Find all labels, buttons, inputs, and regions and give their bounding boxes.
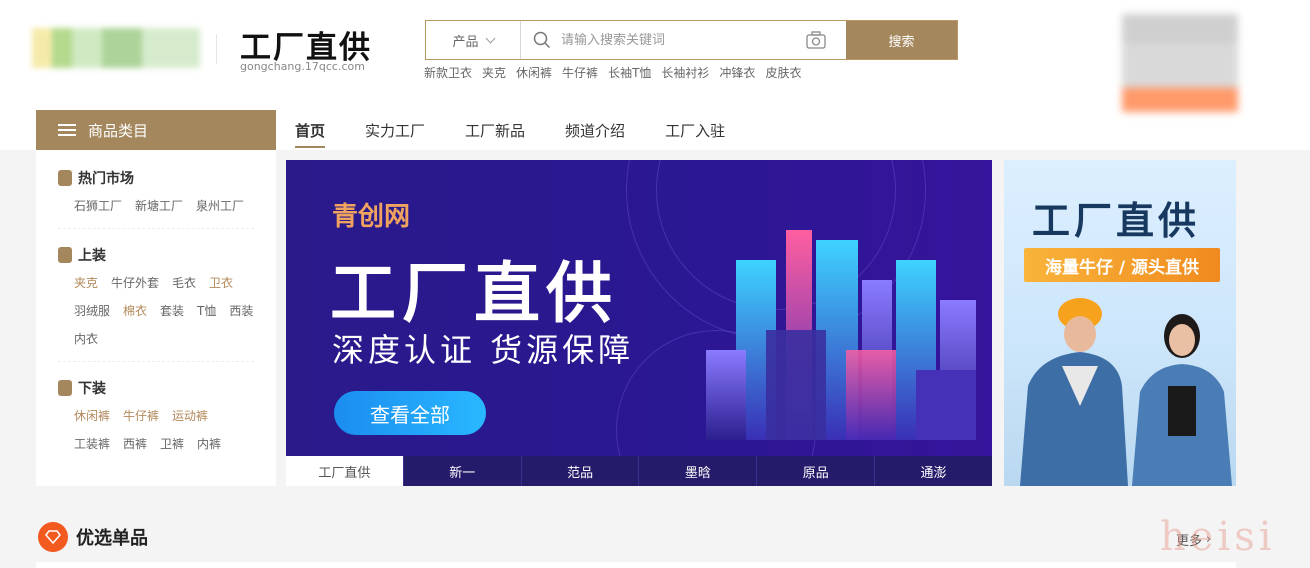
section-title: 优选单品 — [76, 528, 148, 549]
chevron-down-icon — [485, 33, 495, 43]
hot-word-link[interactable]: 冲锋衣 — [719, 64, 755, 81]
nav-item[interactable]: 首页 — [295, 110, 326, 150]
sidebar-link[interactable]: 内衣 — [74, 327, 98, 351]
banner-tab[interactable]: 范品 — [520, 456, 639, 486]
sidebar-links: 夹克 牛仔外套 毛衣 卫衣羽绒服 棉衣 套装 T恤 西装内衣 — [58, 271, 254, 351]
category-icon — [58, 170, 72, 186]
sidebar-link[interactable]: 卫衣 — [209, 271, 233, 295]
search-field — [521, 21, 846, 59]
sidebar-link[interactable]: 新塘工厂 — [135, 194, 183, 218]
watermark: heisi — [1160, 514, 1276, 560]
sidebar-section: 上装夹克 牛仔外套 毛衣 卫衣羽绒服 棉衣 套装 T恤 西装内衣 — [58, 245, 254, 362]
side-ad-title: 工厂直供 — [1032, 199, 1201, 243]
section-header: 优选单品 — [38, 522, 148, 552]
hot-word-link[interactable]: 长袖衬衫 — [661, 64, 709, 81]
category-sidebar: 热门市场石狮工厂 新塘工厂 泉州工厂上装夹克 牛仔外套 毛衣 卫衣羽绒服 棉衣 套装 T恤 西装内… — [36, 150, 276, 486]
sidebar-links: 石狮工厂 新塘工厂 泉州工厂 — [58, 194, 254, 218]
qr-code-image[interactable] — [1122, 14, 1238, 112]
sidebar-link[interactable]: 牛仔裤 — [123, 404, 159, 428]
city-illustration — [706, 230, 976, 440]
sidebar-link[interactable]: 泉州工厂 — [196, 194, 244, 218]
banner-headline: 工厂直供 — [330, 255, 618, 332]
sidebar-link[interactable]: 石狮工厂 — [74, 194, 122, 218]
sidebar-link[interactable]: 棉衣 — [123, 299, 147, 323]
side-ad-banner[interactable]: 工厂直供 海量牛仔 / 源头直供 — [1004, 160, 1236, 486]
nav-item[interactable]: 工厂入驻 — [665, 110, 725, 150]
nav-item[interactable]: 实力工厂 — [365, 110, 425, 150]
hot-word-link[interactable]: 夹克 — [482, 64, 506, 81]
banner-brand: 青创网 — [332, 202, 411, 232]
sidebar-section-title[interactable]: 上装 — [58, 245, 254, 265]
logo-image[interactable] — [32, 28, 200, 68]
nav-item[interactable]: 频道介绍 — [565, 110, 625, 150]
sidebar-link[interactable]: T恤 — [197, 299, 216, 323]
sidebar-link[interactable]: 西裤 — [123, 432, 147, 456]
model-person-image — [1020, 298, 1128, 486]
banner-tab[interactable]: 墨晗 — [638, 456, 756, 486]
main-nav: 首页 实力工厂 工厂新品 频道介绍 工厂入驻 — [295, 110, 765, 150]
search-input[interactable] — [561, 32, 796, 48]
hero-banner[interactable]: 青创网 工厂直供 深度认证 货源保障 查看全部 — [286, 160, 992, 456]
sidebar-link[interactable]: 羽绒服 — [74, 299, 110, 323]
sidebar-link[interactable]: 毛衣 — [172, 271, 196, 295]
sidebar-section: 下装休闲裤 牛仔裤 运动裤工装裤 西裤 卫裤 内裤 — [58, 378, 254, 466]
search-category-label: 产品 — [452, 34, 479, 50]
category-icon — [58, 247, 72, 263]
search-bar: 产品 搜索 — [425, 20, 958, 60]
sidebar-section-title[interactable]: 下装 — [58, 378, 254, 398]
hot-words: 新款卫衣 夹克 休闲裤 牛仔裤 长袖T恤 长袖衬衫 冲锋衣 皮肤衣 — [424, 64, 801, 81]
model-person-image — [1132, 314, 1232, 486]
camera-icon[interactable] — [806, 31, 826, 49]
sidebar-link[interactable]: 西装 — [229, 299, 253, 323]
diamond-icon — [38, 522, 68, 552]
section-content — [36, 562, 1236, 568]
divider — [216, 34, 217, 64]
sidebar-link[interactable]: 工装裤 — [74, 432, 110, 456]
view-all-button[interactable]: 查看全部 — [334, 391, 486, 435]
banner-tab[interactable]: 原品 — [756, 456, 874, 486]
nav-item[interactable]: 工厂新品 — [465, 110, 525, 150]
sidebar-link[interactable]: 牛仔外套 — [111, 271, 159, 295]
category-menu-header[interactable]: 商品类目 — [36, 110, 276, 150]
sidebar-links: 休闲裤 牛仔裤 运动裤工装裤 西裤 卫裤 内裤 — [58, 404, 254, 456]
side-ad-tag: 海量牛仔 / 源头直供 — [1024, 248, 1220, 282]
category-icon — [58, 380, 72, 396]
sidebar-link[interactable]: 运动裤 — [172, 404, 208, 428]
banner-tab[interactable]: 工厂直供 — [286, 456, 403, 486]
hot-word-link[interactable]: 休闲裤 — [516, 64, 552, 81]
banner-tab[interactable]: 新一 — [402, 456, 521, 486]
sidebar-link[interactable]: 休闲裤 — [74, 404, 110, 428]
sidebar-section-title[interactable]: 热门市场 — [58, 168, 254, 188]
hot-word-link[interactable]: 长袖T恤 — [608, 64, 651, 81]
hot-word-link[interactable]: 皮肤衣 — [765, 64, 801, 81]
sidebar-section-label: 热门市场 — [78, 171, 134, 187]
search-category-select[interactable]: 产品 — [426, 21, 521, 59]
sidebar-link[interactable]: 套装 — [160, 299, 184, 323]
sidebar-section: 热门市场石狮工厂 新塘工厂 泉州工厂 — [58, 168, 254, 229]
sidebar-link[interactable]: 卫裤 — [160, 432, 184, 456]
hot-word-link[interactable]: 牛仔裤 — [562, 64, 598, 81]
hot-word-link[interactable]: 新款卫衣 — [424, 64, 472, 81]
search-button[interactable]: 搜索 — [846, 21, 957, 59]
search-icon — [533, 31, 551, 49]
list-icon — [58, 124, 76, 136]
banner-tab[interactable]: 通澎 — [874, 456, 992, 486]
banner-tabs: 工厂直供 新一 范品 墨晗 原品 通澎 — [286, 456, 992, 486]
sidebar-link[interactable]: 内裤 — [197, 432, 221, 456]
category-menu-label: 商品类目 — [88, 121, 149, 140]
sidebar-link[interactable]: 夹克 — [74, 271, 98, 295]
sidebar-section-label: 下装 — [78, 381, 106, 397]
sidebar-section-label: 上装 — [78, 248, 106, 264]
banner-slogan: 深度认证 货源保障 — [332, 331, 635, 369]
site-subtitle: gongchang.17qcc.com — [240, 60, 365, 73]
